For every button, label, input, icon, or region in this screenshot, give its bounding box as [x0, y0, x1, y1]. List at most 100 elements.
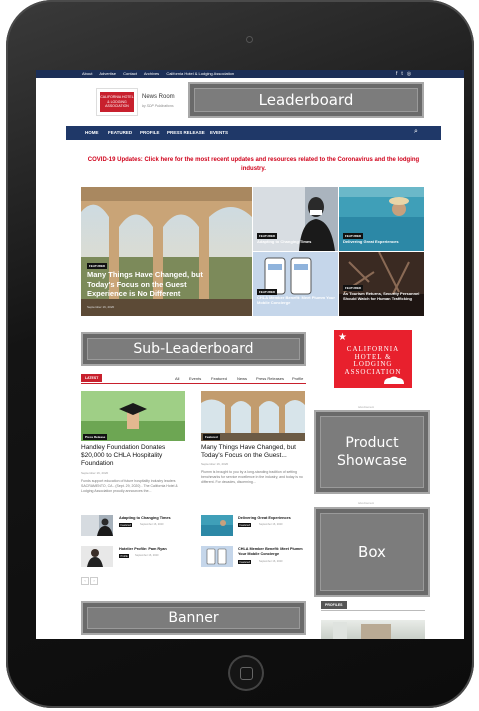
card-1-tag: Press Release [83, 434, 108, 440]
box-ad[interactable]: Box [314, 507, 430, 597]
small-1-date: September 16, 2020 [140, 523, 164, 526]
nav-profile[interactable]: PROFILE [140, 130, 160, 135]
card-2-excerpt: Plumm is brought to you by a long-standi… [201, 470, 303, 484]
hero-tile-3-title[interactable]: CHLA Member Benefit: Meet Plumm Your Mob… [257, 295, 335, 305]
search-icon[interactable]: ⌕ [414, 128, 418, 136]
card-1-date: September 16, 2020 [81, 471, 109, 475]
pager-next-button[interactable]: › [90, 577, 98, 585]
top-utility-bar: About Advertise Contact Archives Califor… [36, 70, 464, 78]
card-2-tag: Featured [203, 434, 220, 440]
card-2-title[interactable]: Many Things Have Changed, but Today's Fo… [201, 444, 309, 460]
profiles-label[interactable]: PROFILES [321, 601, 347, 609]
small-3-thumb[interactable] [81, 546, 113, 567]
nav-events[interactable]: EVENTS [210, 130, 228, 135]
small-2-title[interactable]: Delivering Great Experiences [238, 516, 308, 521]
hero-tile-1-title[interactable]: Adapting to Changing Times [257, 239, 335, 244]
tab-press-releases[interactable]: Press Releases [256, 376, 284, 381]
covid-alert-link[interactable]: COVID-19 Updates: Click here for the mos… [81, 156, 426, 174]
hero-main-story[interactable]: FEATURED Many Things Have Changed, but T… [81, 187, 252, 316]
advertisement-label-1: Advertisement [358, 406, 374, 409]
site-byline: by SDP Publications [142, 104, 174, 108]
nav-press-release[interactable]: PRESS RELEASE [167, 130, 205, 135]
link-advertise[interactable]: Advertise [99, 71, 116, 76]
profiles-section-header: PROFILES [321, 600, 425, 611]
star-icon: ★ [338, 332, 347, 343]
box-label: Box [320, 513, 424, 591]
hero-tile-4-image [339, 252, 424, 316]
small-1-badge: Featured [119, 523, 133, 527]
home-button[interactable] [228, 655, 264, 691]
small-1-title[interactable]: Adapting to Changing Times [119, 516, 197, 521]
browser-screen: About Advertise Contact Archives Califor… [36, 70, 464, 639]
small-4-badge: Featured [238, 560, 252, 564]
tab-all[interactable]: All [175, 376, 179, 381]
camera-icon [246, 36, 253, 43]
card-1-title[interactable]: Handley Foundation Donates $20,000 to CH… [81, 444, 189, 468]
chla-logo-text: CALIFORNIA HOTEL & LODGING ASSOCIATION [334, 345, 412, 376]
hero-tile-2-title[interactable]: Delivering Great Experiences [343, 239, 421, 244]
tablet-frame: About Advertise Contact Archives Califor… [6, 0, 474, 708]
site-title: News Room [142, 94, 175, 100]
social-icons: ft◎ [396, 71, 415, 77]
small-3-photo [87, 549, 103, 567]
small-3-date: September 16, 2020 [135, 554, 159, 557]
card-1-excerpt: Funds support education of future hospit… [81, 479, 178, 493]
small-2-badge: Featured [238, 523, 252, 527]
nav-featured[interactable]: FEATURED [108, 130, 132, 135]
small-1-photo [97, 515, 113, 536]
leaderboard-ad[interactable]: Leaderboard [188, 82, 424, 118]
profile-photo [333, 622, 391, 639]
profile-image[interactable] [321, 620, 425, 639]
link-contact[interactable]: Contact [123, 71, 137, 76]
hero-main-title[interactable]: Many Things Have Changed, but Today's Fo… [87, 270, 227, 299]
small-4-photo [206, 548, 227, 565]
hero-tile-3-image [253, 252, 338, 316]
link-chla[interactable]: California Hotel & Lodging Association [166, 71, 234, 76]
bear-icon [384, 376, 404, 384]
small-1-thumb[interactable] [81, 515, 113, 536]
tab-news[interactable]: News [237, 376, 247, 381]
card-2-date: September 16, 2020 [201, 462, 229, 466]
card-2-image[interactable]: Featured [201, 391, 305, 441]
product-showcase-ad[interactable]: Product Showcase [314, 410, 430, 494]
hero-main-date: September 16, 2020 [87, 305, 115, 309]
hero-tile-2[interactable]: FEATURED Delivering Great Experiences [339, 187, 424, 251]
banner-label: Banner [87, 607, 300, 629]
leaderboard-label: Leaderboard [194, 88, 418, 112]
tab-featured[interactable]: Featured [211, 376, 227, 381]
hero-tile-3[interactable]: FEATURED CHLA Member Benefit: Meet Plumm… [253, 252, 338, 316]
small-3-title[interactable]: Hotelier Profile: Pam Ryan [119, 547, 197, 552]
link-archives[interactable]: Archives [144, 71, 159, 76]
sub-leaderboard-label: Sub-Leaderboard [87, 338, 300, 360]
sub-leaderboard-ad[interactable]: Sub-Leaderboard [81, 332, 306, 366]
pager-prev-button[interactable]: ‹ [81, 577, 89, 585]
small-4-title[interactable]: CHLA Member Benefit: Meet Plumm Your Mob… [238, 547, 308, 557]
hero-tile-4[interactable]: FEATURED As Tourism Returns, Security Pe… [339, 252, 424, 316]
tab-events[interactable]: Events [189, 376, 201, 381]
utility-links: About Advertise Contact Archives Califor… [82, 71, 240, 76]
nav-home[interactable]: HOME [85, 130, 99, 135]
chla-sidebar-logo[interactable]: ★ CALIFORNIA HOTEL & LODGING ASSOCIATION [334, 330, 412, 388]
small-4-thumb[interactable] [201, 546, 233, 567]
small-4-date: September 16, 2020 [259, 560, 283, 563]
latest-tabs: LATEST All Events Featured News Press Re… [81, 373, 306, 384]
small-2-photo [201, 520, 233, 536]
small-2-thumb[interactable] [201, 515, 233, 536]
hero-tile-4-title[interactable]: As Tourism Returns, Security Personnel S… [343, 291, 421, 301]
hero-main-tag: FEATURED [87, 263, 108, 269]
link-about[interactable]: About [82, 71, 92, 76]
advertisement-label-2: Advertisement [358, 502, 374, 505]
product-showcase-label: Product Showcase [320, 416, 424, 488]
instagram-icon[interactable]: ◎ [407, 71, 415, 77]
small-2-date: September 16, 2020 [259, 523, 283, 526]
main-nav: HOME FEATURED PROFILE PRESS RELEASE EVEN… [66, 126, 441, 140]
hero-tile-1[interactable]: FEATURED Adapting to Changing Times [253, 187, 338, 251]
tab-profile[interactable]: Profile [292, 376, 303, 381]
tab-latest[interactable]: LATEST [81, 374, 103, 382]
logo-line-2: HOTEL & LODGING [353, 352, 393, 368]
logo-text: CALIFORNIA HOTEL & LODGING ASSOCIATION [100, 92, 134, 112]
banner-ad[interactable]: Banner [81, 601, 306, 635]
card-1-image[interactable]: Press Release [81, 391, 185, 441]
small-3-badge: Profile [119, 554, 130, 558]
site-logo[interactable]: CALIFORNIA HOTEL & LODGING ASSOCIATION [96, 88, 138, 116]
